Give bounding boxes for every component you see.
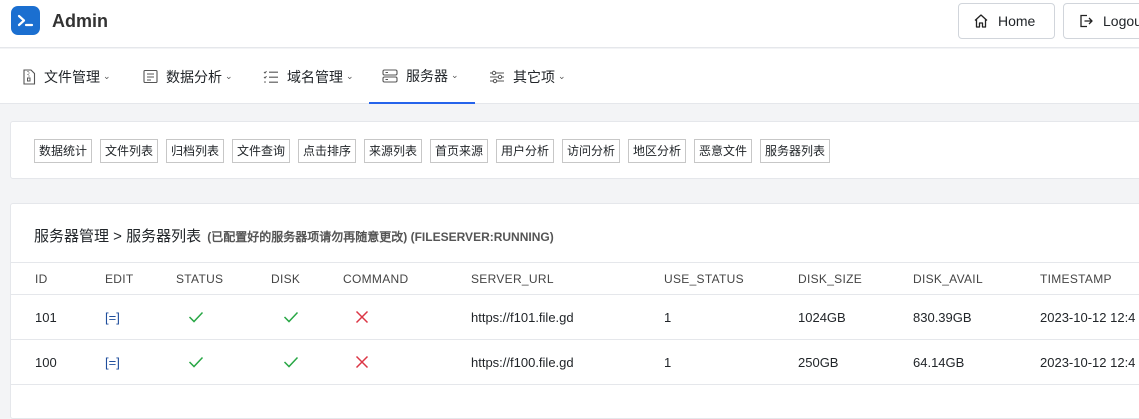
home-button-label: Home <box>998 13 1036 29</box>
nav-item-label: 文件管理 <box>44 68 100 85</box>
subtab-user-analysis[interactable]: 用户分析 <box>496 139 555 163</box>
list-check-icon <box>263 70 279 84</box>
cell-use-status: 1 <box>664 309 672 325</box>
column-header[interactable]: DISK_SIZE <box>798 263 862 294</box>
cell-id: 101 <box>35 309 57 325</box>
top-header: Admin Home Logout <box>0 0 1139 48</box>
subtab-visit-analysis[interactable]: 访问分析 <box>562 139 621 163</box>
cell-disk-size: 1024GB <box>798 309 846 325</box>
subtab-file-list[interactable]: 文件列表 <box>100 139 159 163</box>
chevron-down-icon: ⌄ <box>103 71 111 81</box>
file-zipper-icon <box>22 68 36 85</box>
nav-item-label: 数据分析 <box>166 68 222 85</box>
table-row: 101 [=] https://f101.file.gd 1 1024GB 83… <box>11 295 1139 340</box>
cell-timestamp: 2023-10-12 12:4 <box>1040 354 1136 370</box>
subtab-malicious-files[interactable]: 恶意文件 <box>694 139 753 163</box>
page-title: 服务器管理 > 服务器列表 (已配置好的服务器项请勿再随意更改) (FILESE… <box>34 225 554 246</box>
edit-link[interactable]: [=] <box>105 295 120 339</box>
chevron-down-icon: ⌄ <box>451 70 459 80</box>
table-header: ID EDIT STATUS DISK COMMAND SERVER_URL U… <box>11 262 1139 295</box>
column-header[interactable]: DISK_AVAIL <box>913 263 983 294</box>
column-header[interactable]: STATUS <box>176 263 223 294</box>
subtab-click-ranking[interactable]: 点击排序 <box>298 139 357 163</box>
column-header[interactable]: EDIT <box>105 263 134 294</box>
server-list-card: 服务器管理 > 服务器列表 (已配置好的服务器项请勿再随意更改) (FILESE… <box>10 203 1139 419</box>
cell-server-url: https://f100.file.gd <box>471 354 574 370</box>
chevron-down-icon: ⌄ <box>225 71 233 81</box>
nav-item-label: 服务器 <box>406 67 448 84</box>
subtab-data-stats[interactable]: 数据统计 <box>34 139 93 163</box>
subtab-file-query[interactable]: 文件查询 <box>232 139 291 163</box>
server-icon <box>382 68 398 83</box>
app-title[interactable]: Admin <box>52 9 108 33</box>
edit-link[interactable]: [=] <box>105 340 120 384</box>
home-button[interactable]: Home <box>958 3 1055 39</box>
command-cross-icon[interactable] <box>355 295 369 339</box>
disk-check-icon <box>283 295 299 339</box>
logout-icon <box>1080 14 1093 28</box>
cell-timestamp: 2023-10-12 12:4 <box>1040 309 1136 325</box>
table-row: 100 [=] https://f100.file.gd 1 250GB 64.… <box>11 340 1139 385</box>
subtab-homepage-source[interactable]: 首页来源 <box>430 139 489 163</box>
subtab-region-analysis[interactable]: 地区分析 <box>628 139 687 163</box>
cell-id: 100 <box>35 354 57 370</box>
home-icon <box>974 14 988 28</box>
status-check-icon <box>188 295 204 339</box>
document-chart-icon <box>143 69 158 84</box>
chevron-down-icon: ⌄ <box>346 71 354 81</box>
command-cross-icon[interactable] <box>355 340 369 384</box>
disk-check-icon <box>283 340 299 384</box>
cell-use-status: 1 <box>664 354 672 370</box>
sliders-icon <box>489 70 505 84</box>
nav-item-file-management[interactable]: 文件管理 ⌄ <box>22 49 111 104</box>
cell-disk-size: 250GB <box>798 354 839 370</box>
subtab-server-list[interactable]: 服务器列表 <box>760 139 831 163</box>
subtab-source-list[interactable]: 来源列表 <box>364 139 423 163</box>
cell-server-url: https://f101.file.gd <box>471 309 574 325</box>
subtab-archive-list[interactable]: 归档列表 <box>166 139 225 163</box>
app-logo-icon[interactable] <box>11 6 40 35</box>
logout-button-label: Logout <box>1103 13 1139 29</box>
chevron-down-icon: ⌄ <box>558 71 566 81</box>
nav-item-label: 其它项 <box>513 68 555 85</box>
column-header[interactable]: COMMAND <box>343 263 408 294</box>
column-header[interactable]: ID <box>35 263 48 294</box>
column-header[interactable]: SERVER_URL <box>471 263 554 294</box>
cell-disk-avail: 64.14GB <box>913 354 965 370</box>
nav-item-domain-management[interactable]: 域名管理 ⌄ <box>263 49 354 104</box>
breadcrumb: 服务器管理 > 服务器列表 <box>34 228 202 245</box>
nav-item-server[interactable]: 服务器 ⌄ <box>369 49 475 104</box>
cell-disk-avail: 830.39GB <box>913 309 972 325</box>
column-header[interactable]: DISK <box>271 263 300 294</box>
main-nav: 文件管理 ⌄ 数据分析 ⌄ 域名管理 ⌄ 服务器 ⌄ 其它项 ⌄ <box>0 49 1139 104</box>
nav-item-label: 域名管理 <box>287 68 343 85</box>
nav-item-data-analysis[interactable]: 数据分析 ⌄ <box>143 49 233 104</box>
subtab-bar: 数据统计 文件列表 归档列表 文件查询 点击排序 来源列表 首页来源 用户分析 … <box>10 121 1139 179</box>
nav-item-other[interactable]: 其它项 ⌄ <box>489 49 566 104</box>
column-header[interactable]: USE_STATUS <box>664 263 744 294</box>
column-header[interactable]: TIMESTAMP <box>1040 263 1112 294</box>
page-note: (已配置好的服务器项请勿再随意更改) (FILESERVER:RUNNING) <box>207 230 554 244</box>
logout-button[interactable]: Logout <box>1063 3 1139 39</box>
status-check-icon <box>188 340 204 384</box>
